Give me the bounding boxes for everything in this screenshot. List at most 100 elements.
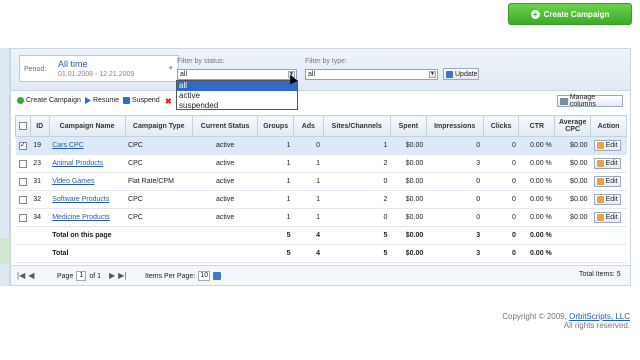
cell-name[interactable]: Cars CPC [49, 136, 126, 155]
table-row[interactable]: 23 Animal Products CPC active 1 1 2 $0.0… [15, 154, 627, 173]
type-filter-select[interactable]: all ▼ [305, 69, 438, 80]
campaign-link[interactable]: Medicine Products [52, 214, 110, 221]
col-groups[interactable]: Groups [257, 115, 295, 137]
total-items-label: Total Items: 5 [579, 271, 621, 278]
cell-name[interactable]: Medicine Products [49, 208, 126, 227]
cell-sites: 1 [323, 136, 391, 155]
col-average-cpc[interactable]: Average CPC [554, 115, 592, 137]
cell-status: active [192, 190, 258, 209]
row-checkbox-cell[interactable] [15, 172, 31, 191]
edit-button[interactable]: Edit [593, 140, 621, 151]
cell-id: 34 [30, 208, 50, 227]
status-filter-dropdown[interactable]: all active suspended [176, 80, 298, 110]
status-filter-select[interactable]: all ▼ [177, 69, 297, 80]
delete-button[interactable]: ✖ [165, 97, 172, 106]
table-row[interactable]: ✓ 19 Cars CPC CPC active 1 0 1 $0.00 0 0… [15, 136, 627, 155]
edit-button[interactable]: Edit [593, 158, 621, 169]
row-checkbox[interactable] [18, 159, 27, 168]
items-per-page-input[interactable]: 10 [198, 271, 211, 281]
cell-status: active [192, 154, 258, 173]
edit-button[interactable]: Edit [593, 176, 621, 187]
col-ads[interactable]: Ads [293, 115, 324, 137]
total-impressions: 3 [426, 244, 484, 263]
cell-spent: $0.00 [390, 190, 427, 209]
cell-ctr: 0.00 % [518, 172, 555, 191]
update-button[interactable]: Update [443, 68, 479, 80]
period-value: All time [58, 59, 88, 69]
grand-total-row: Total 5 4 5 $0.00 3 0 0.00 % [15, 244, 627, 263]
row-checkbox[interactable]: ✓ [18, 141, 27, 150]
table-row[interactable]: 34 Medicine Products CPC active 1 1 0 $0… [15, 208, 627, 227]
col-spent[interactable]: Spent [389, 115, 427, 137]
cell-cpc: $0.00 [554, 154, 591, 173]
items-per-page: Items Per Page: 10 [145, 271, 222, 281]
row-checkbox-cell[interactable] [15, 208, 31, 227]
prev-page-icon[interactable]: ◀ [28, 271, 34, 280]
cell-cpc: $0.00 [554, 208, 591, 227]
row-checkbox-cell[interactable] [15, 190, 31, 209]
table-row[interactable]: 32 Software Products CPC active 1 1 2 $0… [15, 190, 627, 209]
first-page-icon[interactable]: |◀ [17, 271, 25, 280]
columns-icon [560, 97, 568, 105]
edit-button[interactable]: Edit [593, 194, 621, 205]
company-link[interactable]: OrbitScripts, LLC [569, 312, 630, 321]
create-campaign-button[interactable]: + Create Campaign [508, 3, 632, 25]
edit-label: Edit [605, 142, 618, 149]
col-impressions[interactable]: Impressions [425, 115, 484, 137]
top-bar: + Create Campaign [0, 0, 640, 32]
period-selector[interactable]: Period: All time 01.01.2008 - 12.21.2009… [19, 55, 179, 82]
total-groups: 5 [257, 244, 294, 263]
dropdown-arrow-icon: ▾ [169, 65, 173, 72]
cell-spent: $0.00 [390, 136, 427, 155]
col-campaign-name[interactable]: Campaign Name [48, 115, 126, 137]
add-icon [17, 97, 24, 104]
cell-name[interactable]: Software Products [49, 190, 126, 209]
campaign-link[interactable]: Software Products [52, 196, 109, 203]
manage-columns-button[interactable]: Manage columns [557, 94, 623, 108]
row-checkbox[interactable] [18, 213, 27, 222]
suspend-button[interactable]: Suspend [123, 97, 160, 104]
pencil-icon [596, 214, 604, 221]
campaign-link[interactable]: Animal Products [52, 160, 103, 167]
page-total-groups: 5 [257, 226, 294, 245]
last-page-icon[interactable]: ▶| [118, 271, 126, 280]
col-campaign-type[interactable]: Campaign Type [124, 115, 193, 137]
table-row[interactable]: 31 Video Games Flat Rate/CPM active 1 1 … [15, 172, 627, 191]
refresh-icon[interactable] [213, 272, 222, 280]
create-campaign-link[interactable]: Create Campaign [17, 97, 81, 104]
col-sites-channels[interactable]: Sites/Channels [322, 115, 391, 137]
cell-groups: 1 [257, 208, 294, 227]
row-checkbox-cell[interactable]: ✓ [15, 136, 31, 155]
cell-impressions: 0 [426, 136, 484, 155]
next-page-icon[interactable]: ▶ [109, 271, 115, 280]
col-clicks[interactable]: Clicks [482, 115, 520, 137]
cell-ctr: 0.00 % [518, 136, 555, 155]
edit-button[interactable]: Edit [593, 212, 621, 223]
status-option-active[interactable]: active [177, 91, 297, 101]
campaigns-table: ID Campaign Name Campaign Type Current S… [15, 115, 627, 263]
cell-name[interactable]: Video Games [49, 172, 126, 191]
col-current-status[interactable]: Current Status [191, 115, 259, 137]
col-ctr[interactable]: CTR [518, 115, 556, 137]
row-checkbox[interactable] [18, 195, 27, 204]
cell-action: Edit [590, 208, 627, 227]
select-all-checkbox[interactable] [18, 122, 27, 130]
cell-id: 19 [30, 136, 50, 155]
campaign-link[interactable]: Video Games [52, 178, 94, 185]
pager-nav-left: |◀ ◀ [17, 271, 34, 280]
select-all-header[interactable] [15, 115, 31, 137]
row-checkbox-cell[interactable] [15, 154, 31, 173]
status-option-all[interactable]: all [177, 81, 297, 91]
cell-status: active [192, 136, 258, 155]
cell-name[interactable]: Animal Products [49, 154, 126, 173]
page-total-ads: 4 [293, 226, 324, 245]
chevron-down-icon[interactable]: ▼ [429, 71, 436, 78]
status-option-suspended[interactable]: suspended [177, 101, 297, 111]
cell-groups: 1 [257, 154, 294, 173]
page-input[interactable]: 1 [76, 271, 87, 281]
resume-button[interactable]: Resume [85, 97, 119, 104]
row-checkbox[interactable] [18, 177, 27, 186]
campaign-link[interactable]: Cars CPC [52, 142, 84, 149]
col-id[interactable]: ID [29, 115, 50, 137]
page-indicator: Page 1 of 1 [57, 271, 101, 281]
